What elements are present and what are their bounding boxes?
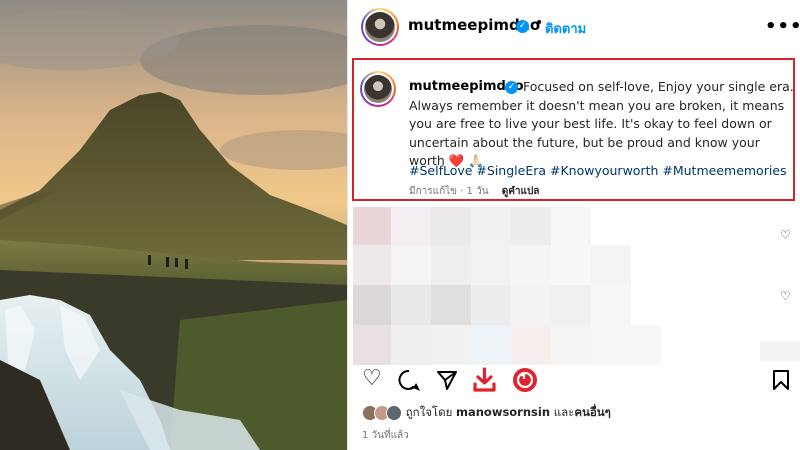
comment-icon[interactable] bbox=[398, 369, 420, 391]
comment-like-heart-icon[interactable]: ♡ bbox=[780, 289, 791, 303]
landscape-photo bbox=[0, 0, 347, 450]
avatar bbox=[386, 404, 402, 421]
liker-avatars[interactable] bbox=[362, 404, 402, 421]
follow-button[interactable]: ติดตาม bbox=[545, 18, 586, 39]
share-icon[interactable] bbox=[436, 369, 458, 391]
edited-label: มีการแก้ไข · 1 วัน bbox=[409, 186, 489, 197]
separator-dot: • bbox=[535, 15, 544, 31]
more-options-icon[interactable]: ••• bbox=[765, 16, 800, 37]
caption-avatar[interactable] bbox=[360, 71, 396, 107]
caption-hashtags[interactable]: #SelfLove #SingleEra #Knowyourworth #Mut… bbox=[409, 163, 787, 178]
author-avatar[interactable] bbox=[361, 8, 399, 46]
caption-meta: มีการแก้ไข · 1 วัน ดูคำแปล bbox=[409, 184, 539, 199]
see-translation-button[interactable]: ดูคำแปล bbox=[502, 186, 540, 197]
save-bookmark-icon[interactable] bbox=[772, 369, 790, 391]
liker-username[interactable]: manowsornsin bbox=[456, 405, 550, 419]
action-bar: ♡ bbox=[348, 366, 800, 396]
and-label: และ bbox=[553, 405, 575, 419]
comments-blurred-area: ♡ ♡ bbox=[348, 205, 800, 365]
verified-badge-icon: ✓ bbox=[516, 20, 529, 33]
caption-highlight-box: Focused on self-love, Enjoy your single … bbox=[352, 58, 795, 201]
comment-like-heart-icon[interactable]: ♡ bbox=[780, 228, 791, 242]
post-image[interactable] bbox=[0, 0, 347, 450]
download-icon[interactable] bbox=[472, 367, 497, 393]
liked-by-label: ถูกใจโดย bbox=[405, 405, 453, 419]
likes-summary: ถูกใจโดย manowsornsin และคนอื่นๆ bbox=[362, 404, 611, 422]
post-timestamp[interactable]: 1 วันที่แล้ว bbox=[362, 428, 409, 443]
others-link[interactable]: คนอื่นๆ bbox=[574, 405, 611, 419]
repost-icon[interactable] bbox=[512, 367, 538, 393]
like-heart-icon[interactable]: ♡ bbox=[362, 366, 382, 392]
verified-badge-icon: ✓ bbox=[505, 81, 518, 94]
post-header: mutmeepimdao ✓ • ติดตาม ••• bbox=[348, 0, 800, 55]
